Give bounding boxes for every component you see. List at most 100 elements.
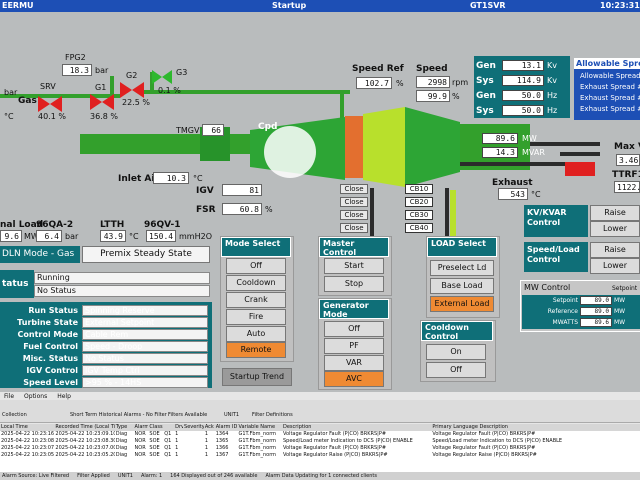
- gen-hz-row: Gen 50.0 Hz: [476, 90, 558, 101]
- toolbar-unit[interactable]: UNIT1: [224, 412, 239, 418]
- mw-setpoint-row: Setpoint 89.0 MW: [552, 296, 626, 305]
- alarm-row[interactable]: 2025-04-22 10:23:07.0032025-04-22 10:23:…: [0, 445, 640, 452]
- allowable-spread-item: Allowable Spread: [580, 72, 640, 80]
- toolbar-filter-name[interactable]: Short Term Historical Alarms - No Filter: [70, 412, 167, 418]
- status-row: Run Status Spinning Reserve: [0, 304, 212, 316]
- cb40-button[interactable]: CB40: [405, 223, 433, 233]
- speed-label: Speed: [416, 64, 448, 74]
- menu-help[interactable]: Help: [57, 393, 71, 400]
- alarm-column-header[interactable]: Variable Name: [237, 424, 282, 431]
- preselect-load-button[interactable]: Preselect Ld: [430, 260, 494, 276]
- toolbar-collection[interactable]: Collection: [2, 412, 27, 418]
- alarm-column-header[interactable]: Primary Language Description: [431, 424, 640, 431]
- gen-mode-avc-button[interactable]: AVC: [324, 371, 384, 387]
- igv-value: 81: [222, 184, 262, 196]
- alarm-cell: NOR: [134, 445, 146, 451]
- g3-label: G3: [176, 68, 188, 77]
- alarm-column-header[interactable]: Description: [282, 424, 431, 431]
- external-load-button[interactable]: External Load: [430, 296, 494, 312]
- cb30-button[interactable]: CB30: [405, 210, 433, 220]
- alarm-cell: Voltage Regulator Fault (P|CO) BRKRS|P#: [432, 445, 536, 451]
- alarm-cell: 1: [204, 452, 208, 458]
- alarm-column-header[interactable]: Drv: [174, 424, 183, 431]
- speed-ref-value: 102.7: [356, 77, 392, 89]
- status-line-1: Running: [34, 272, 210, 284]
- alarm-row[interactable]: 2025-04-22 10:23:05.2002025-04-22 10:23:…: [0, 452, 640, 459]
- close-4[interactable]: Close: [340, 223, 368, 233]
- alarm-column-header[interactable]: [163, 424, 174, 431]
- alarm-cell: 1: [204, 438, 208, 444]
- mw-reference-row: Reference 89.0 MW: [547, 307, 626, 316]
- mode-off-button[interactable]: Off: [226, 258, 286, 274]
- fsr-unit: %: [265, 205, 273, 214]
- stop-button[interactable]: Stop: [324, 276, 384, 292]
- alarm-column-header[interactable]: Type: [115, 424, 134, 431]
- alarm-column-header[interactable]: Alarm: [134, 424, 149, 431]
- alarm-column-header[interactable]: Class: [148, 424, 163, 431]
- alarm-cell: SOE: [149, 445, 160, 451]
- toolbar-filter-definitions[interactable]: Filter Definitions: [252, 412, 293, 418]
- alarm-cell: G1T.Fbm_norm: [238, 445, 277, 451]
- gen-mode-off-button[interactable]: Off: [324, 321, 384, 337]
- toolbar-filters-available[interactable]: Filters Available: [168, 412, 207, 418]
- title-center: Startup: [272, 1, 307, 10]
- master-control-title: Master Control: [319, 237, 389, 257]
- alarm-column-header[interactable]: Local Time: [0, 424, 54, 431]
- alarm-column-header[interactable]: Ack: [204, 424, 215, 431]
- close-3[interactable]: Close: [340, 210, 368, 220]
- status-row: Fuel Control Speed - Droop: [0, 340, 212, 352]
- alarm-column-header[interactable]: Alarm ID: [215, 424, 238, 431]
- fpg2-label: FPG2: [65, 53, 86, 62]
- g1-label: G1: [95, 83, 107, 92]
- alarm-cell: 1: [175, 452, 179, 458]
- alarm-column-header[interactable]: Severity: [183, 424, 204, 431]
- alarm-row[interactable]: 2025-04-22 10:23:08.3002025-04-22 10:23:…: [0, 438, 640, 445]
- speed-raise-button[interactable]: Raise: [590, 242, 640, 258]
- mvar-unit: MVAR: [522, 148, 545, 157]
- alarm-cell: G1T.Fbm_norm: [238, 452, 277, 458]
- startup-trend-button[interactable]: Startup Trend: [222, 368, 292, 386]
- cooldown-off-button[interactable]: Off: [426, 362, 486, 378]
- mode-remote-button[interactable]: Remote: [226, 342, 286, 358]
- alarm-column-header[interactable]: Recorded Time (Local Time): [54, 424, 114, 431]
- mw-control-title: MW Control: [524, 283, 571, 292]
- menu-options[interactable]: Options: [24, 393, 47, 400]
- close-2[interactable]: Close: [340, 197, 368, 207]
- alarm-table: Local TimeRecorded Time (Local Time)Type…: [0, 424, 640, 472]
- mode-crank-button[interactable]: Crank: [226, 292, 286, 308]
- kv-raise-button[interactable]: Raise: [590, 205, 640, 221]
- alarm-row[interactable]: 2025-04-22 10:23:16.1032025-04-22 10:23:…: [0, 431, 640, 438]
- qa2-label: 96QA-2: [36, 220, 74, 230]
- exhaust-unit: °C: [531, 190, 541, 199]
- alarm-cell: Voltage Regulator Fault (P|CO) BRKRS|P#: [282, 445, 387, 451]
- start-button[interactable]: Start: [324, 258, 384, 274]
- mode-auto-button[interactable]: Auto: [226, 326, 286, 342]
- speed-lower-button[interactable]: Lower: [590, 258, 640, 274]
- ltth-label: LTTH: [100, 220, 125, 230]
- exhaust-spread-3: Exhaust Spread #3: [580, 105, 640, 113]
- cooldown-on-button[interactable]: On: [426, 344, 486, 360]
- alarm-cell: 1364: [215, 431, 229, 437]
- fpg2-unit: bar: [95, 66, 109, 75]
- mode-fire-button[interactable]: Fire: [226, 309, 286, 325]
- alarm-table-header: Local TimeRecorded Time (Local Time)Type…: [0, 424, 640, 431]
- gen-mode-var-button[interactable]: VAR: [324, 355, 384, 371]
- ltth-value: 43.9: [100, 230, 126, 242]
- base-load-button[interactable]: Base Load: [430, 278, 494, 294]
- alarm-toolbar: Collection Short Term Historical Alarms …: [0, 400, 640, 423]
- mode-cooldown-button[interactable]: Cooldown: [226, 275, 286, 291]
- exhaust-label: Exhaust: [492, 178, 533, 188]
- alarm-cell: G1T.Fbm_norm: [238, 431, 277, 437]
- title-time: 10:23:31: [600, 1, 640, 10]
- status-row: Control Mode Cable Rem: [0, 328, 212, 340]
- alarm-cell: NOR: [134, 431, 146, 437]
- alarm-cell: [183, 438, 204, 445]
- cb20-button[interactable]: CB20: [405, 197, 433, 207]
- gen-mode-pf-button[interactable]: PF: [324, 338, 384, 354]
- menu-file[interactable]: File: [4, 393, 14, 400]
- status-panel: Run Status Spinning Reserve Turbine State…: [0, 302, 212, 388]
- kv-lower-button[interactable]: Lower: [590, 221, 640, 237]
- alarm-cell: 2025-04-22 10:23:09.103: [55, 431, 115, 437]
- close-1[interactable]: Close: [340, 184, 368, 194]
- cb10-button[interactable]: CB10: [405, 184, 433, 194]
